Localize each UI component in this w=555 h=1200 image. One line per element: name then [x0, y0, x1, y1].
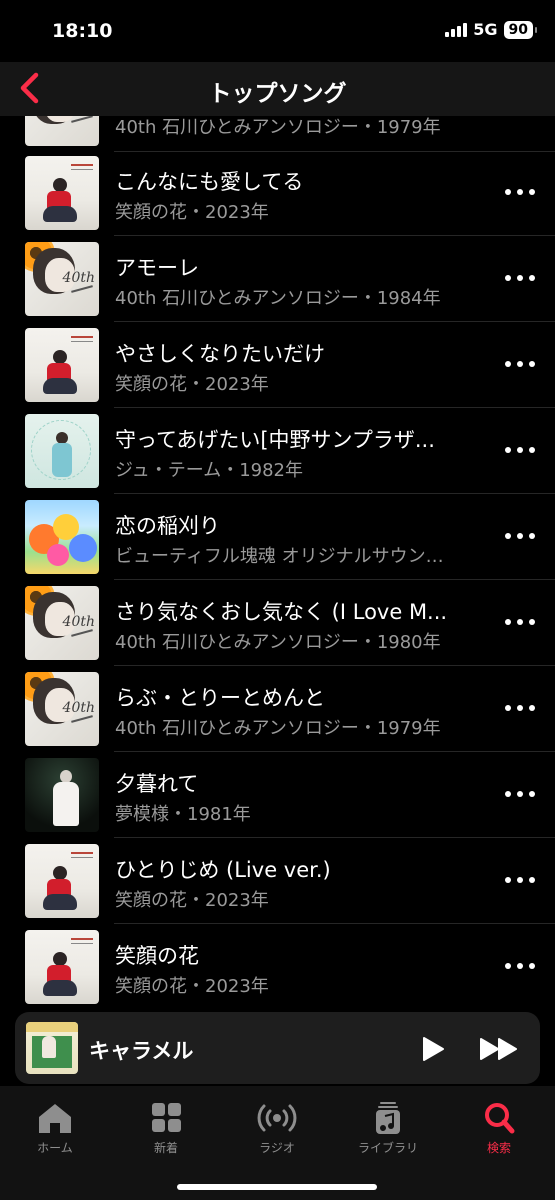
album-art: 40th [25, 672, 99, 746]
album-art [25, 930, 99, 1004]
song-subtitle: 笑顔の花・2023年 [115, 374, 269, 395]
song-title: 夕暮れて [115, 772, 199, 796]
list-item[interactable]: こんなにも愛してる 笑顔の花・2023年 [0, 150, 555, 236]
status-indicators: 5G 90 [445, 20, 538, 39]
list-item[interactable]: 笑顔の花 笑顔の花・2023年 [0, 924, 555, 1010]
tab-library[interactable]: ライブラリ [343, 1100, 433, 1156]
song-subtitle: ジュ・テーム・1982年 [115, 460, 304, 481]
tab-label: 検索 [486, 1141, 511, 1155]
list-item[interactable]: 恋の稲刈り ビューティフル塊魂 オリジナルサウン… [0, 494, 555, 580]
home-icon [35, 1100, 75, 1136]
tab-label: 新着 [153, 1141, 178, 1155]
album-art [25, 414, 99, 488]
album-art: 40th [25, 586, 99, 660]
home-indicator [177, 1184, 377, 1190]
now-playing-title: キャラメル [89, 1039, 194, 1063]
song-subtitle: 40th 石川ひとみアンソロジー・1984年 [115, 288, 441, 309]
more-options-icon[interactable] [505, 352, 535, 376]
album-art [25, 500, 99, 574]
radio-icon [257, 1100, 297, 1136]
network-type: 5G [473, 20, 498, 39]
song-title: 守ってあげたい[中野サンプラザ... [115, 428, 435, 452]
more-options-icon[interactable] [505, 266, 535, 290]
song-subtitle: 40th 石川ひとみアンソロジー・1980年 [115, 632, 441, 653]
list-item[interactable]: 40th アモーレ 40th 石川ひとみアンソロジー・1984年 [0, 236, 555, 322]
play-icon[interactable] [421, 1036, 445, 1062]
more-options-icon[interactable] [505, 696, 535, 720]
more-options-icon[interactable] [505, 438, 535, 462]
album-art: 40th [25, 242, 99, 316]
tab-label: ライブラリ [357, 1141, 418, 1155]
battery-icon: 90 [503, 20, 538, 39]
song-title: こんなにも愛してる [115, 170, 304, 194]
tab-new[interactable]: 新着 [121, 1100, 211, 1156]
song-subtitle: 40th 石川ひとみアンソロジー・1979年 [115, 718, 441, 739]
list-item[interactable]: ひとりじめ (Live ver.) 笑顔の花・2023年 [0, 838, 555, 924]
mini-player[interactable]: キャラメル [15, 1012, 540, 1084]
status-bar: 18:10 5G 90 [0, 0, 555, 62]
album-art [25, 844, 99, 918]
tab-label: ホーム [37, 1141, 73, 1155]
song-title: 笑顔の花 [115, 944, 199, 968]
more-options-icon[interactable] [505, 868, 535, 892]
song-title: 恋の稲刈り [115, 514, 220, 538]
album-art [25, 328, 99, 402]
list-item[interactable]: 守ってあげたい[中野サンプラザ... ジュ・テーム・1982年 [0, 408, 555, 494]
album-art: 40th [25, 116, 99, 146]
more-options-icon[interactable] [505, 610, 535, 634]
song-title: ひとりじめ (Live ver.) [115, 858, 331, 882]
tab-home[interactable]: ホーム [10, 1100, 100, 1156]
song-subtitle: 笑顔の花・2023年 [115, 202, 269, 223]
song-title: アモーレ [115, 256, 199, 280]
tab-label: ラジオ [259, 1141, 295, 1155]
tab-bar: ホーム 新着 ラジオ ライブラリ 検索 [0, 1086, 555, 1200]
more-options-icon[interactable] [505, 180, 535, 204]
nav-header: トップソング [0, 62, 555, 116]
song-subtitle: 笑顔の花・2023年 [115, 890, 269, 911]
more-options-icon[interactable] [505, 782, 535, 806]
list-item[interactable]: 40th 40th 石川ひとみアンソロジー・1979年 [0, 116, 555, 152]
signal-icon [445, 22, 468, 37]
list-item[interactable]: 40th らぶ・とりーとめんと 40th 石川ひとみアンソロジー・1979年 [0, 666, 555, 752]
song-subtitle: ビューティフル塊魂 オリジナルサウン… [115, 546, 444, 567]
song-title: やさしくなりたいだけ [115, 342, 325, 366]
album-art [25, 758, 99, 832]
grid-icon [146, 1100, 186, 1136]
page-title: トップソング [208, 81, 347, 107]
list-item[interactable]: 夕暮れて 夢模様・1981年 [0, 752, 555, 838]
song-subtitle: 笑顔の花・2023年 [115, 976, 269, 997]
more-options-icon[interactable] [505, 524, 535, 548]
status-time: 18:10 [52, 20, 113, 42]
tab-search[interactable]: 検索 [454, 1100, 544, 1156]
search-icon [479, 1100, 519, 1136]
song-subtitle: 40th 石川ひとみアンソロジー・1979年 [115, 117, 441, 138]
fast-forward-icon[interactable] [479, 1036, 519, 1062]
library-icon [368, 1100, 408, 1136]
song-title: らぶ・とりーとめんと [115, 686, 325, 710]
tab-radio[interactable]: ラジオ [232, 1100, 322, 1156]
list-item[interactable]: やさしくなりたいだけ 笑顔の花・2023年 [0, 322, 555, 408]
more-options-icon[interactable] [505, 954, 535, 978]
now-playing-art [26, 1022, 78, 1074]
album-art [25, 156, 99, 230]
song-list[interactable]: 40th 40th 石川ひとみアンソロジー・1979年 こんなにも愛してる 笑顔… [0, 116, 555, 1011]
song-title: さり気なくおし気なく (I Love M... [115, 600, 448, 624]
song-subtitle: 夢模様・1981年 [115, 804, 251, 825]
list-item[interactable]: 40th さり気なくおし気なく (I Love M... 40th 石川ひとみア… [0, 580, 555, 666]
